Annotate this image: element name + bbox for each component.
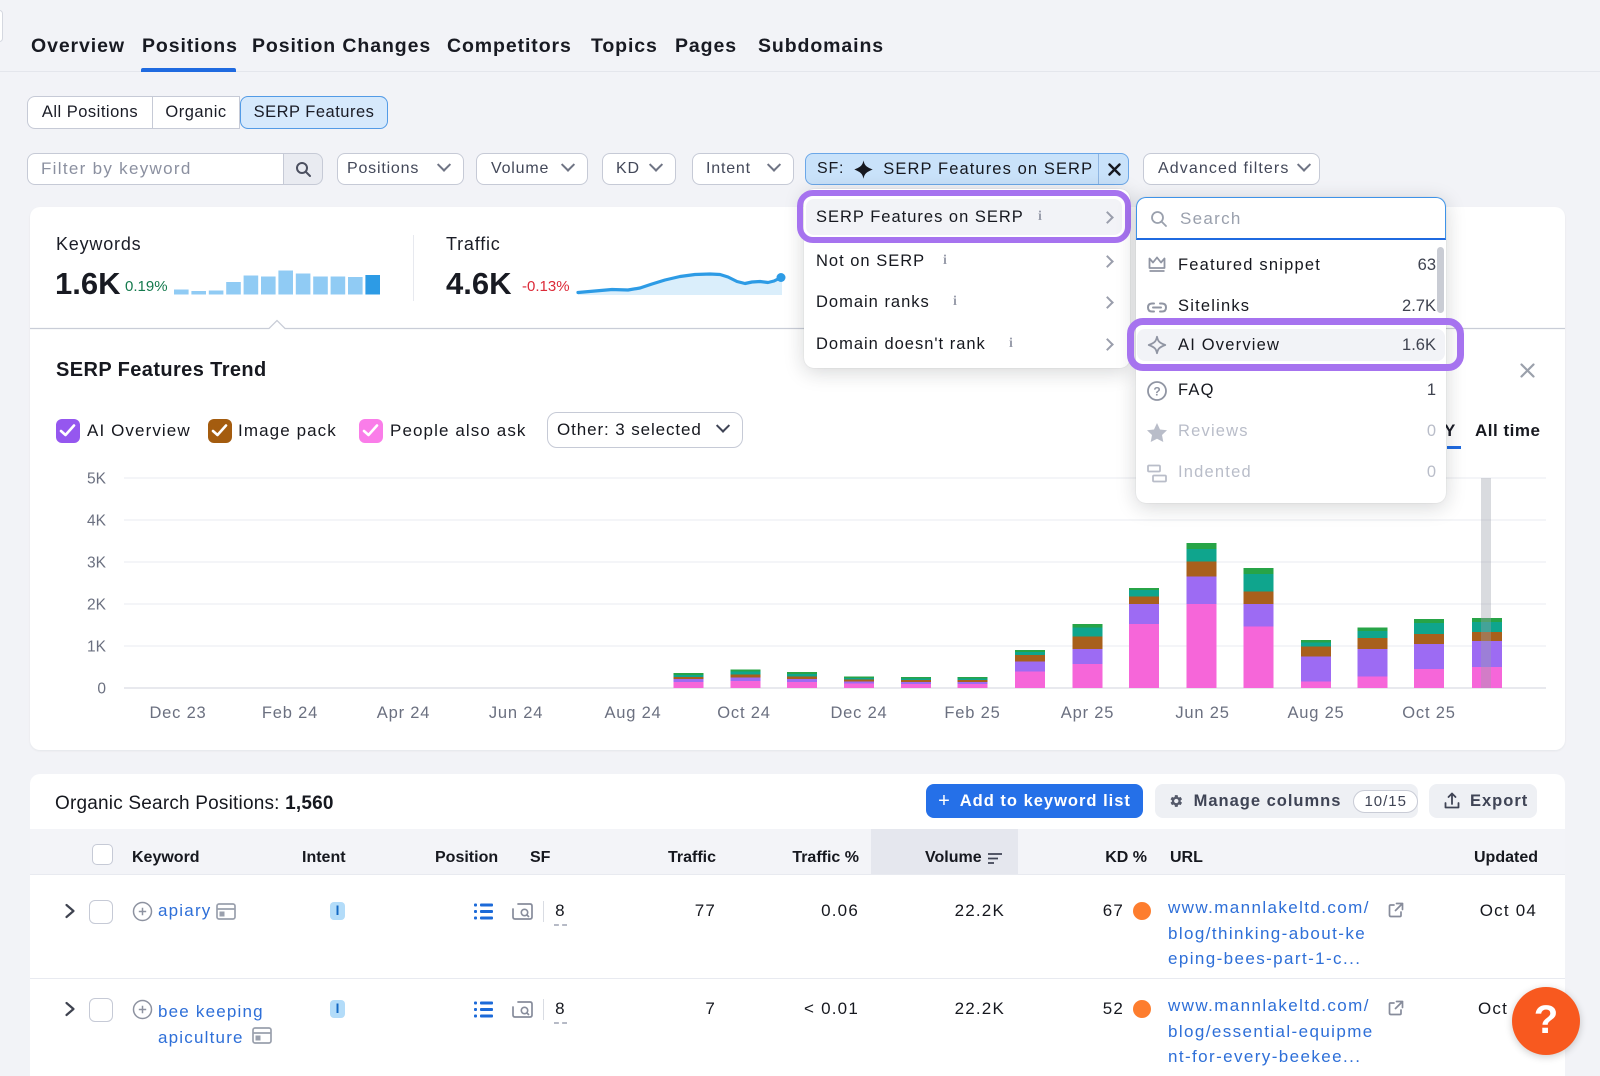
svg-text:Oct 24: Oct 24 bbox=[717, 704, 770, 722]
svg-text:Apr 25: Apr 25 bbox=[1061, 704, 1114, 722]
svg-text:?: ? bbox=[1153, 385, 1160, 399]
svg-text:4K: 4K bbox=[87, 513, 107, 530]
svg-text:Dec 24: Dec 24 bbox=[830, 704, 887, 722]
svg-text:Feb 24: Feb 24 bbox=[262, 704, 318, 722]
svg-text:Jun 24: Jun 24 bbox=[489, 704, 543, 722]
svg-text:Aug 24: Aug 24 bbox=[604, 704, 661, 722]
svg-text:0: 0 bbox=[97, 681, 106, 698]
svg-text:5K: 5K bbox=[87, 471, 107, 488]
svg-text:2K: 2K bbox=[87, 597, 107, 614]
svg-text:Jun 25: Jun 25 bbox=[1175, 704, 1229, 722]
svg-text:Dec 23: Dec 23 bbox=[149, 704, 206, 722]
svg-text:Apr 24: Apr 24 bbox=[377, 704, 430, 722]
svg-text:Oct 25: Oct 25 bbox=[1402, 704, 1455, 722]
svg-text:Feb 25: Feb 25 bbox=[944, 704, 1000, 722]
svg-text:Aug 25: Aug 25 bbox=[1287, 704, 1344, 722]
svg-text:1K: 1K bbox=[87, 639, 107, 656]
svg-text:3K: 3K bbox=[87, 555, 107, 572]
